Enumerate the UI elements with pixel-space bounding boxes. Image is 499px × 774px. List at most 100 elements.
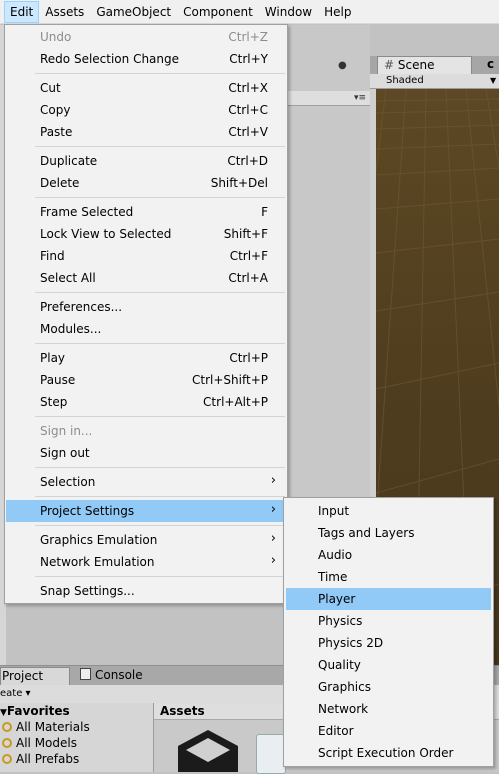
menu-separator [35,343,285,344]
favorite-all-models[interactable]: All Models [2,736,77,751]
menu-item-label: Play [40,351,66,365]
menu-item-label: Lock View to Selected [40,227,172,241]
menu-item-redo[interactable]: Redo Selection Change Ctrl+Y [6,48,286,70]
menu-item-network-emulation[interactable]: Network Emulation › [6,551,286,573]
menu-assets[interactable]: Assets [39,1,90,23]
menu-item-play[interactable]: Play Ctrl+P [6,347,286,369]
submenu-item-label: Script Execution Order [318,746,454,760]
tab-project[interactable]: Project [0,667,70,685]
menu-item-cut[interactable]: Cut Ctrl+X [6,77,286,99]
search-icon [2,722,12,732]
favorite-all-materials[interactable]: All Materials [2,720,90,735]
submenu-item-label: Quality [318,658,361,672]
menu-item-label: Step [40,395,68,409]
menu-item-graphics-emulation[interactable]: Graphics Emulation › [6,529,286,551]
chevron-right-icon: › [270,473,276,488]
menu-component[interactable]: Component [177,1,259,23]
menu-window[interactable]: Window [259,1,318,23]
menu-item-label: Redo Selection Change [40,52,180,66]
submenu-item-label: Time [318,570,348,584]
shading-mode-dropdown[interactable]: Shaded [386,75,424,87]
menu-separator [35,197,285,198]
menu-item-pause[interactable]: Pause Ctrl+Shift+P [6,369,286,391]
menu-item-shortcut: Shift+F [223,227,268,241]
menu-item-sign-in[interactable]: Sign in... [6,420,286,442]
submenu-item-label: Audio [318,548,353,562]
submenu-item-label: Network [318,702,369,716]
submenu-item-player[interactable]: Player [286,588,491,610]
menu-item-modules[interactable]: Modules... [6,318,286,340]
menu-item-snap-settings[interactable]: Snap Settings... [6,580,286,602]
menu-item-label: Find [40,249,65,263]
scene-tab-label: Scene [397,58,435,72]
menu-item-duplicate[interactable]: Duplicate Ctrl+D [6,150,286,172]
menu-item-label: Duplicate [40,154,98,168]
submenu-item-label: Physics [318,614,363,628]
create-button[interactable]: eate ▾ [0,687,31,700]
submenu-item-label: Graphics [318,680,371,694]
favorites-header[interactable]: ▼Favorites [0,704,70,721]
menu-item-selection[interactable]: Selection › [6,471,286,493]
menu-item-step[interactable]: Step Ctrl+Alt+P [6,391,286,413]
menu-item-label: Network Emulation [40,555,155,569]
submenu-item-physics[interactable]: Physics [286,610,491,632]
menu-item-paste[interactable]: Paste Ctrl+V [6,121,286,143]
menu-item-shortcut: Ctrl+P [229,351,268,365]
lock-icon[interactable]: ● [338,60,347,71]
console-tab-label: Console [95,668,143,682]
menu-item-shortcut: Ctrl+C [228,103,268,117]
console-icon [80,668,91,680]
chevron-right-icon: › [270,502,276,517]
menu-item-label: Sign out [40,446,90,460]
submenu-item-network[interactable]: Network [286,698,491,720]
menu-item-shortcut: Ctrl+D [227,154,268,168]
submenu-item-time[interactable]: Time [286,566,491,588]
submenu-item-tags-and-layers[interactable]: Tags and Layers [286,522,491,544]
menu-item-shortcut: Ctrl+Y [229,52,268,66]
submenu-item-editor[interactable]: Editor [286,720,491,742]
menu-item-label: Cut [40,81,61,95]
submenu-item-audio[interactable]: Audio [286,544,491,566]
project-settings-submenu: Input Tags and Layers Audio Time Player … [283,497,494,767]
menu-item-preferences[interactable]: Preferences... [6,296,286,318]
favorite-label: All Materials [16,720,90,734]
menu-item-shortcut: Ctrl+Shift+P [192,373,268,387]
game-tab-icon[interactable]: c [482,56,499,74]
menu-item-label: Sign in... [40,424,93,438]
submenu-item-input[interactable]: Input [286,500,491,522]
menu-item-copy[interactable]: Copy Ctrl+C [6,99,286,121]
menu-gameobject[interactable]: GameObject [90,1,177,23]
tab-console[interactable]: Console [80,667,143,684]
menu-item-label: Undo [40,30,72,44]
submenu-item-physics-2d[interactable]: Physics 2D [286,632,491,654]
menu-item-select-all[interactable]: Select All Ctrl+A [6,267,286,289]
menu-item-label: Frame Selected [40,205,134,219]
favorite-label: All Models [16,736,77,750]
menu-item-lock-view[interactable]: Lock View to Selected Shift+F [6,223,286,245]
favorite-all-prefabs[interactable]: All Prefabs [2,752,79,767]
unity-logo-icon[interactable] [172,730,244,772]
menu-item-find[interactable]: Find Ctrl+F [6,245,286,267]
asset-thumbnail[interactable] [256,734,286,774]
chevron-right-icon: › [270,531,276,546]
menu-item-undo[interactable]: Undo Ctrl+Z [6,26,286,48]
panel-menu-icon[interactable]: ▾≡ [354,93,366,103]
menu-help[interactable]: Help [318,1,357,23]
menu-item-shortcut: Ctrl+Alt+P [203,395,268,409]
submenu-item-script-execution-order[interactable]: Script Execution Order [286,742,491,764]
menu-separator [35,467,285,468]
menu-item-project-settings[interactable]: Project Settings › [6,500,286,522]
menu-item-frame-selected[interactable]: Frame Selected F [6,201,286,223]
search-icon [2,738,12,748]
submenu-item-graphics[interactable]: Graphics [286,676,491,698]
submenu-item-quality[interactable]: Quality [286,654,491,676]
menu-item-label: Project Settings [40,504,135,518]
menu-item-sign-out[interactable]: Sign out [6,442,286,464]
tab-scene[interactable]: # Scene [377,56,472,74]
menu-separator [35,416,285,417]
menu-edit[interactable]: Edit [4,0,40,23]
menu-item-label: Copy [40,103,71,117]
menu-item-delete[interactable]: Delete Shift+Del [6,172,286,194]
menu-separator [35,292,285,293]
submenu-item-label: Physics 2D [318,636,384,650]
